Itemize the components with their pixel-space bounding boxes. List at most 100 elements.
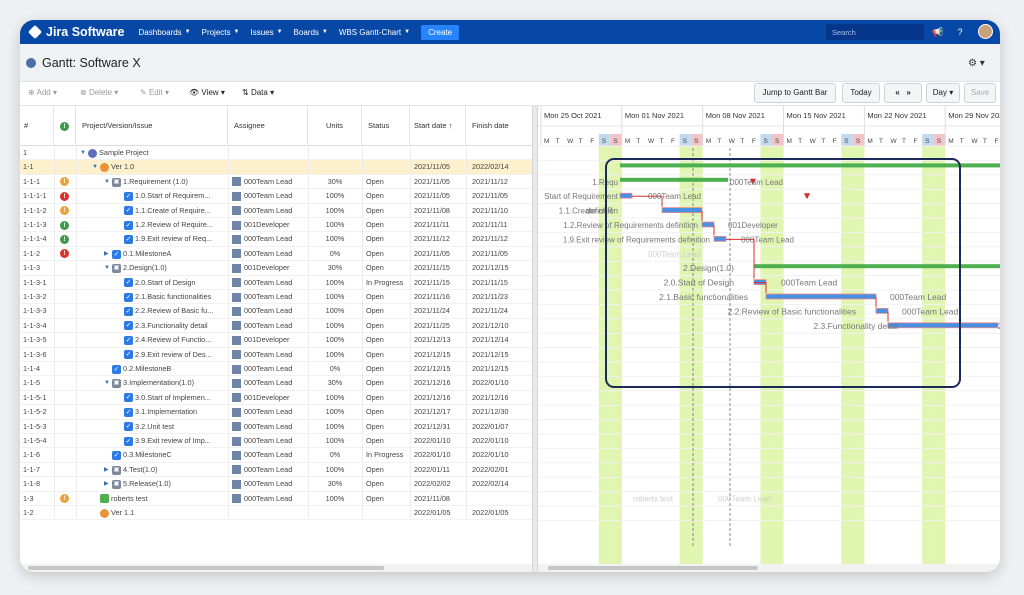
row-assignee[interactable]: 000Team Lead	[232, 175, 306, 189]
row-units[interactable]: 100%	[312, 290, 358, 304]
add-button[interactable]: ⊕ Add ▾	[28, 88, 57, 97]
row-issue[interactable]: ▼ Sample Project	[80, 146, 226, 160]
row-assignee[interactable]	[232, 146, 306, 160]
row-units[interactable]: 100%	[312, 391, 358, 405]
today-button[interactable]: Today	[842, 83, 880, 103]
table-row[interactable]: 1-1-3 ▼ ▣ 2.Design(1.0) 001Developer 30% Open…	[20, 261, 532, 276]
row-assignee[interactable]: 000Team Lead	[232, 247, 306, 261]
collapse-toggle-icon[interactable]: ▼	[104, 376, 112, 390]
row-status[interactable]: Open	[366, 463, 410, 477]
row-issue[interactable]: ✓ 3.9.Exit review of Imp...	[116, 434, 226, 448]
grid-horizontal-scrollbar[interactable]	[20, 564, 532, 572]
col-start-date[interactable]: Start date ↑	[410, 106, 466, 146]
row-start-date[interactable]: 2021/12/13	[414, 333, 466, 347]
row-start-date[interactable]: 2021/12/15	[414, 348, 466, 362]
task-bar[interactable]	[765, 293, 877, 300]
col-finish-date[interactable]: Finish date	[466, 106, 532, 146]
table-row[interactable]: 1-1-5 ▼ ▣ 3.Implementation(1.0) 000Team Lea…	[20, 376, 532, 391]
row-units[interactable]: 100%	[312, 405, 358, 419]
row-status[interactable]: Open	[366, 434, 410, 448]
row-status[interactable]: Open	[366, 232, 410, 246]
row-start-date[interactable]: 2021/11/11	[414, 218, 466, 232]
data-button[interactable]: ⇅ Data ▾	[242, 88, 274, 97]
row-units[interactable]: 30%	[312, 477, 358, 491]
task-bar[interactable]	[713, 235, 727, 242]
row-finish-date[interactable]: 2022/02/14	[472, 477, 530, 491]
row-assignee[interactable]: 000Team Lead	[232, 420, 306, 434]
row-issue[interactable]: ▶ ▣ 4.Test(1.0)	[104, 463, 226, 477]
nav-wbs-gantt[interactable]: WBS Gantt-Chart ▼	[339, 28, 410, 37]
row-issue[interactable]: ▼ ▣ 1.Requirement (1.0)	[104, 175, 226, 189]
row-units[interactable]: 100%	[312, 333, 358, 347]
row-units[interactable]	[312, 160, 358, 174]
row-issue[interactable]: ✓ 1.9.Exit review of Req...	[116, 232, 226, 246]
row-status[interactable]: Open	[366, 261, 410, 275]
row-assignee[interactable]: 000Team Lead	[232, 276, 306, 290]
row-finish-date[interactable]: 2021/12/14	[472, 333, 530, 347]
row-finish-date[interactable]: 2021/12/10	[472, 319, 530, 333]
megaphone-icon[interactable]: 📢	[932, 26, 944, 38]
row-units[interactable]: 30%	[312, 175, 358, 189]
row-issue[interactable]: ✓ 2.9.Exit review of Des...	[116, 348, 226, 362]
row-status[interactable]: Open	[366, 492, 410, 506]
row-units[interactable]	[312, 506, 358, 520]
row-units[interactable]: 30%	[312, 376, 358, 390]
row-start-date[interactable]: 2021/11/25	[414, 319, 466, 333]
row-start-date[interactable]: 2021/12/16	[414, 391, 466, 405]
row-status[interactable]: Open	[366, 333, 410, 347]
scroll-thumb[interactable]	[548, 566, 758, 570]
table-row[interactable]: 1-1 ▼ Ver 1.0 2021/11/05 2022/02/14	[20, 160, 532, 175]
col-issue[interactable]: Project/Version/Issue	[76, 106, 228, 146]
nav-dashboards[interactable]: Dashboards ▼	[139, 28, 191, 37]
row-start-date[interactable]: 2021/12/16	[414, 376, 466, 390]
row-start-date[interactable]: 2021/11/12	[414, 232, 466, 246]
row-finish-date[interactable]: 2022/02/01	[472, 463, 530, 477]
nav-issues[interactable]: Issues ▼	[250, 28, 282, 37]
table-row[interactable]: 1-2 Ver 1.1 2022/01/05 2022/01/05	[20, 506, 532, 521]
row-status[interactable]: Open	[366, 247, 410, 261]
row-issue[interactable]: ✓ 1.2.Review of Require...	[116, 218, 226, 232]
row-issue[interactable]: ✓ 2.0.Start of Design	[116, 276, 226, 290]
row-status[interactable]: Open	[366, 304, 410, 318]
row-finish-date[interactable]: 2022/01/10	[472, 448, 530, 462]
table-row[interactable]: 1-1-1-4! ✓ 1.9.Exit review of Req... 000Te…	[20, 232, 532, 247]
collapse-toggle-icon[interactable]: ▼	[92, 160, 100, 174]
row-units[interactable]: 100%	[312, 218, 358, 232]
table-row[interactable]: 1-1-8 ▶ ▣ 5.Release(1.0) 000Team Lead 30% Ope…	[20, 477, 532, 492]
row-status[interactable]: In Progress	[366, 448, 410, 462]
edit-button[interactable]: ✎ Edit ▾	[140, 88, 169, 97]
row-finish-date[interactable]: 2021/11/05	[472, 247, 530, 261]
table-row[interactable]: 1-1-3-5 ✓ 2.4.Review of Functio... 001Deve…	[20, 333, 532, 348]
nav-projects[interactable]: Projects ▼	[202, 28, 240, 37]
row-assignee[interactable]: 000Team Lead	[232, 492, 306, 506]
create-button[interactable]: Create	[421, 24, 460, 40]
task-bar[interactable]	[619, 192, 633, 199]
row-status[interactable]: Open	[366, 420, 410, 434]
user-avatar[interactable]	[978, 24, 993, 39]
row-status[interactable]: In Progress	[366, 276, 410, 290]
row-finish-date[interactable]: 2021/11/24	[472, 304, 530, 318]
row-finish-date[interactable]: 2022/01/05	[472, 506, 530, 520]
row-assignee[interactable]: 000Team Lead	[232, 348, 306, 362]
table-row[interactable]: 1-1-5-4 ✓ 3.9.Exit review of Imp... 000Tea…	[20, 434, 532, 449]
table-row[interactable]: 1-1-3-1 ✓ 2.0.Start of Design 000Team Lead…	[20, 276, 532, 290]
collapse-toggle-icon[interactable]: ▼	[104, 175, 112, 189]
row-finish-date[interactable]: 2021/11/10	[472, 204, 530, 218]
row-start-date[interactable]: 2021/11/05	[414, 175, 466, 189]
row-issue[interactable]: ✓ 1.0.Start of Requirem...	[116, 189, 226, 203]
row-status[interactable]: Open	[366, 405, 410, 419]
row-finish-date[interactable]: 2021/12/15	[472, 261, 530, 275]
row-issue[interactable]: ✓ 3.1.Implementation	[116, 405, 226, 419]
row-assignee[interactable]: 001Developer	[232, 333, 306, 347]
row-start-date[interactable]: 2021/11/08	[414, 492, 466, 506]
table-row[interactable]: 1-3! roberts test 000Team Lead 100% Open 202…	[20, 492, 532, 506]
row-assignee[interactable]: 000Team Lead	[232, 189, 306, 203]
row-assignee[interactable]: 001Developer	[232, 391, 306, 405]
row-assignee[interactable]: 000Team Lead	[232, 376, 306, 390]
milestone-marker[interactable]	[804, 193, 810, 200]
save-button[interactable]: Save	[964, 83, 996, 103]
table-row[interactable]: 1-1-5-1 ✓ 3.0.Start of Implemen... 001Deve…	[20, 391, 532, 406]
row-assignee[interactable]	[232, 506, 306, 520]
row-finish-date[interactable]: 2022/01/07	[472, 420, 530, 434]
row-issue[interactable]: Ver 1.1	[92, 506, 226, 520]
